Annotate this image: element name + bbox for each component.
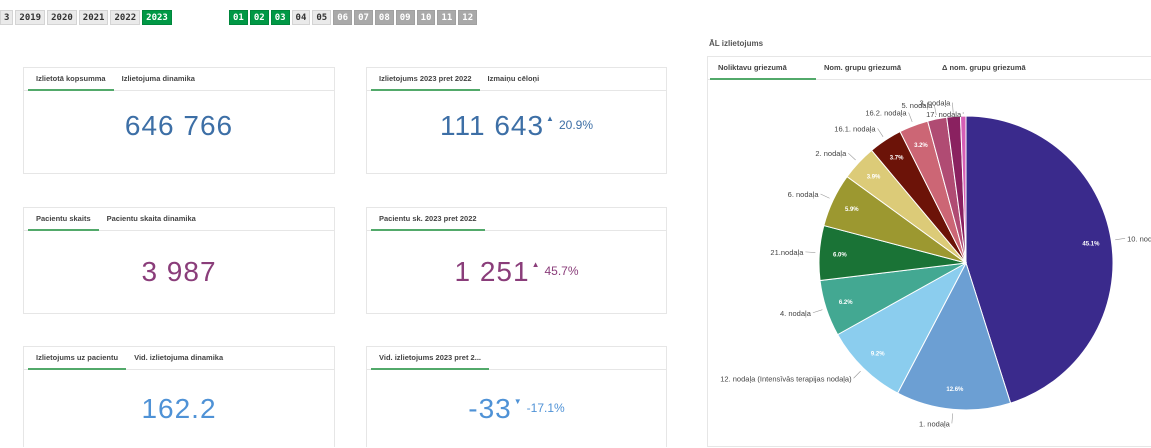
slice-percent-label: 6.2% bbox=[839, 300, 853, 306]
slice-percent-label: 5.9% bbox=[845, 207, 859, 213]
month-chip[interactable]: 08 bbox=[374, 10, 394, 25]
month-chip[interactable]: 07 bbox=[354, 10, 373, 25]
kpi-delta: 45.7% bbox=[544, 264, 579, 278]
spend-total-card: Izlietotā kopsumma Izlietojuma dinamika … bbox=[23, 67, 335, 174]
slice-name-label: 12. nodaļa (Intensīvās terapijas nodaļa) bbox=[720, 374, 852, 383]
slice-name-label: 17. nodaļa bbox=[926, 110, 962, 119]
month-chip[interactable]: 11 bbox=[437, 10, 457, 25]
tab-spend-total[interactable]: Izlietotā kopsumma bbox=[28, 68, 114, 91]
tab-patients[interactable]: Pacientu skaits bbox=[28, 208, 99, 231]
pie-chart: 45.1% 10. nodaļa 12.6% 1. nodaļa 9.2% 12. nod… bbox=[720, 99, 1151, 429]
slice-percent-label: 12.6% bbox=[946, 387, 964, 393]
month-filter: 01 02 03 04 05 06 07 08 09 10 11 12 bbox=[229, 10, 478, 25]
card-tabs: Izlietojums uz pacientu Vid. izlietojuma… bbox=[24, 347, 334, 370]
slice-percent-label: 3.2% bbox=[914, 143, 928, 149]
slice-name-label: 16.1. nodaļa bbox=[834, 124, 876, 133]
kpi-value: -33 ▼ -17.1% bbox=[367, 393, 666, 425]
year-chip[interactable]: 2022 bbox=[110, 10, 141, 25]
leader-line bbox=[908, 112, 913, 123]
leader-line bbox=[1115, 238, 1126, 241]
per-patient-vs-card: Vid. izlietojums 2023 pret 2... -33 ▼ -17.… bbox=[366, 346, 667, 447]
month-chip[interactable]: 04 bbox=[291, 10, 311, 25]
year-chip[interactable]: 2023 bbox=[142, 10, 172, 25]
kpi-number: 3 987 bbox=[141, 256, 217, 287]
tab-per-patient[interactable]: Izlietojums uz pacientu bbox=[28, 347, 127, 370]
kpi-number: -33 bbox=[468, 393, 512, 424]
arrow-down-icon: ▼ bbox=[513, 397, 523, 406]
year-chip[interactable]: 2020 bbox=[47, 10, 77, 25]
slice-percent-label: 6.0% bbox=[833, 252, 847, 258]
tab-avg-dynamics[interactable]: Vid. izlietojuma dinamika bbox=[126, 347, 231, 369]
year-filter: 3 2019 2020 2021 2022 2023 bbox=[0, 10, 172, 25]
month-chip[interactable]: 09 bbox=[395, 10, 415, 25]
leader-line bbox=[853, 370, 861, 379]
slice-percent-label: 45.1% bbox=[1082, 242, 1100, 248]
tab-spend-dynamics[interactable]: Izlietojuma dinamika bbox=[114, 68, 203, 90]
slice-percent-label: 3.7% bbox=[890, 155, 904, 161]
leader-line bbox=[820, 193, 830, 199]
slice-name-label: 3. nodaļa bbox=[919, 99, 951, 108]
kpi-delta: -17.1% bbox=[526, 401, 565, 415]
tab-spend-vs[interactable]: Izlietojums 2023 pret 2022 bbox=[371, 68, 480, 91]
patients-vs-card: Pacientu sk. 2023 pret 2022 1 251 ▲ 45.7% bbox=[366, 207, 667, 314]
pie-panel: Noliktavu griezumā Nom. grupu griezumā Δ… bbox=[707, 56, 1151, 447]
kpi-value: 646 766 bbox=[24, 110, 334, 142]
slice-name-label: 1. nodaļa bbox=[919, 419, 951, 428]
tab-patients-dynamics[interactable]: Pacientu skaita dinamika bbox=[99, 208, 204, 230]
year-chip[interactable]: 3 bbox=[0, 10, 14, 25]
month-chip[interactable]: 12 bbox=[458, 10, 478, 25]
slice-name-label: 6. nodaļa bbox=[788, 190, 820, 199]
slice-name-label: 2. nodaļa bbox=[815, 149, 847, 158]
slice-percent-label: 9.2% bbox=[871, 352, 885, 358]
kpi-delta: 20.9% bbox=[558, 118, 593, 132]
patients-card: Pacientu skaits Pacientu skaita dinamika… bbox=[23, 207, 335, 314]
slice-name-label: 4. nodaļa bbox=[780, 309, 812, 318]
kpi-number: 646 766 bbox=[124, 110, 234, 141]
month-chip[interactable]: 03 bbox=[270, 10, 290, 25]
card-tabs: Izlietotā kopsumma Izlietojuma dinamika bbox=[24, 68, 334, 91]
month-chip[interactable]: 01 bbox=[229, 10, 248, 25]
per-patient-card: Izlietojums uz pacientu Vid. izlietojuma… bbox=[23, 346, 335, 447]
leader-line bbox=[877, 128, 884, 137]
card-tabs: Izlietojums 2023 pret 2022 Izmaiņu cēloņ… bbox=[367, 68, 666, 91]
arrow-up-icon: ▲ bbox=[531, 260, 541, 269]
kpi-number: 162.2 bbox=[141, 393, 217, 424]
arrow-up-icon: ▲ bbox=[546, 114, 555, 123]
kpi-number: 1 251 bbox=[454, 256, 530, 287]
month-chip[interactable]: 02 bbox=[249, 10, 269, 25]
kpi-value: 3 987 bbox=[24, 256, 334, 288]
kpi-value: 1 251 ▲ 45.7% bbox=[367, 256, 666, 288]
leader-line bbox=[812, 309, 823, 314]
slice-name-label: 21.nodaļa bbox=[770, 248, 804, 257]
slice-name-label: 10. nodaļa bbox=[1127, 234, 1151, 243]
slice-percent-label: 3.9% bbox=[867, 175, 881, 181]
month-chip[interactable]: 06 bbox=[333, 10, 353, 25]
kpi-value: 162.2 bbox=[24, 393, 334, 425]
leader-line bbox=[848, 152, 856, 161]
card-tabs: Vid. izlietojums 2023 pret 2... bbox=[367, 347, 666, 370]
year-chip[interactable]: 2019 bbox=[15, 10, 46, 25]
leader-line bbox=[805, 251, 816, 253]
pie-title: ĀL izlietojums bbox=[709, 39, 764, 48]
month-chip[interactable]: 10 bbox=[416, 10, 436, 25]
year-chip[interactable]: 2021 bbox=[78, 10, 109, 25]
card-tabs: Pacientu sk. 2023 pret 2022 bbox=[367, 208, 666, 231]
kpi-number: 111 643 bbox=[439, 110, 545, 141]
kpi-value: 111 643 ▲ 20.9% bbox=[367, 110, 666, 142]
month-chip[interactable]: 05 bbox=[312, 10, 332, 25]
tab-patients-vs[interactable]: Pacientu sk. 2023 pret 2022 bbox=[371, 208, 485, 231]
spend-vs-card: Izlietojums 2023 pret 2022 Izmaiņu cēloņ… bbox=[366, 67, 667, 174]
tab-change-causes[interactable]: Izmaiņu cēloņi bbox=[480, 68, 548, 90]
card-tabs: Pacientu skaits Pacientu skaita dinamika bbox=[24, 208, 334, 231]
leader-line bbox=[951, 413, 954, 424]
tab-per-patient-vs[interactable]: Vid. izlietojums 2023 pret 2... bbox=[371, 347, 489, 370]
